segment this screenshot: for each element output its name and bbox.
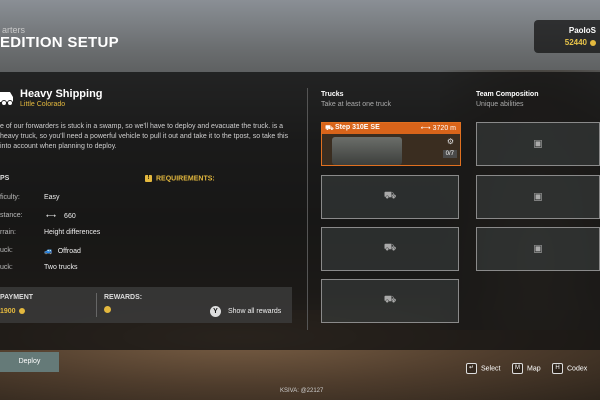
h-key-icon: H xyxy=(552,363,563,374)
show-all-rewards-button[interactable]: Show all rewards xyxy=(228,308,281,315)
truck-name: Step 310E SE xyxy=(335,124,380,131)
reward-coin-icon xyxy=(104,306,111,313)
truck-slot-empty[interactable]: ⛟ xyxy=(321,227,459,271)
payment-amount: 1900 xyxy=(0,308,16,315)
team-subheading: Unique abilities xyxy=(476,101,524,108)
money-value: 52440 xyxy=(564,38,587,47)
distance-arrows-icon: ⟷ xyxy=(46,213,57,220)
panel-divider xyxy=(307,88,308,330)
truck-distance-value: 3720 m xyxy=(432,125,456,132)
add-truck-icon: ⛟ xyxy=(383,242,397,254)
truck-count-label: uck: xyxy=(0,264,13,271)
truck-distance: ⟷ 3720 m xyxy=(421,124,456,132)
payment-label: PAYMENT xyxy=(0,294,34,301)
y-key-icon[interactable]: Y xyxy=(210,306,221,317)
mission-description: e of our forwarders is stuck in a swamp,… xyxy=(0,123,289,150)
difficulty-label: ficulty: xyxy=(0,194,20,201)
terrain-label: rrain: xyxy=(0,229,16,236)
section-label: PS xyxy=(0,175,10,182)
truck-mission-icon xyxy=(0,92,13,106)
version-label: KSIVA: @22127 xyxy=(280,388,324,394)
role-card-icon: ▣ xyxy=(533,243,543,255)
team-slot[interactable]: ▣ xyxy=(476,175,600,219)
truck-type-text: Offroad xyxy=(57,248,81,255)
select-hint[interactable]: ↵ Select xyxy=(466,363,500,374)
player-money: 52440 xyxy=(565,38,596,47)
truck-image xyxy=(332,137,402,165)
distance-label: stance: xyxy=(0,212,23,219)
truck-cargo-count: 0/7 xyxy=(442,150,457,158)
page-title: EDITION SETUP xyxy=(0,34,119,51)
truck-type-label: uck: xyxy=(0,247,13,254)
codex-hint-label: Codex xyxy=(567,365,588,373)
top-bar: arters EDITION SETUP PaoloS 52440 xyxy=(0,0,600,72)
mission-region: Little Colorado xyxy=(20,101,66,108)
offroad-icon: 🚙 xyxy=(44,248,53,255)
warning-icon: ! xyxy=(145,175,152,182)
difficulty-value: Easy xyxy=(44,194,60,201)
enter-key-icon: ↵ xyxy=(466,363,477,374)
distance-value: ⟷ 660 xyxy=(46,212,76,220)
distance-arrows-icon: ⟷ xyxy=(420,125,431,132)
m-key-icon: M xyxy=(512,363,523,374)
trucks-subheading: Take at least one truck xyxy=(321,101,392,108)
deploy-button[interactable]: Deploy xyxy=(0,352,59,372)
rewards-bar: PAYMENT 1900 REWARDS: Y Show all rewards xyxy=(0,287,292,323)
role-card-icon: ▣ xyxy=(533,191,543,203)
codex-hint[interactable]: H Codex xyxy=(552,363,587,374)
rewards-label: REWARDS: xyxy=(104,294,143,301)
truck-icon: ⛟ xyxy=(325,125,334,132)
distance-number: 660 xyxy=(64,213,76,220)
divider xyxy=(96,293,97,317)
map-hint-label: Map xyxy=(527,365,541,373)
team-heading: Team Composition xyxy=(476,91,539,98)
role-card-icon: ▣ xyxy=(533,138,543,150)
team-slot[interactable]: ▣ xyxy=(476,122,600,166)
player-name: PaoloS xyxy=(568,26,596,35)
truck-slot-empty[interactable]: ⛟ xyxy=(321,175,459,219)
select-hint-label: Select xyxy=(481,365,501,373)
terrain-value: Height differences xyxy=(44,229,101,236)
truck-slot-selected[interactable]: ⛟ Step 310E SE ⟷ 3720 m ⚙ 0/7 xyxy=(321,122,461,166)
add-truck-icon: ⛟ xyxy=(383,190,397,202)
truck-type-value: 🚙 Offroad xyxy=(44,247,81,255)
truck-count-value: Two trucks xyxy=(44,264,78,271)
map-hint[interactable]: M Map xyxy=(512,363,541,374)
player-card: PaoloS 52440 xyxy=(534,20,600,53)
coin-icon xyxy=(590,39,596,46)
mission-title: Heavy Shipping xyxy=(20,88,103,100)
winch-icon: ⚙ xyxy=(446,137,454,146)
coin-icon xyxy=(18,308,25,315)
payment-value: 1900 xyxy=(0,308,25,315)
add-truck-icon: ⛟ xyxy=(383,294,397,306)
requirements-text: REQUIREMENTS: xyxy=(156,175,215,183)
requirements-label: ! REQUIREMENTS: xyxy=(145,175,215,182)
truck-slot-empty[interactable]: ⛟ xyxy=(321,279,459,323)
trucks-heading: Trucks xyxy=(321,91,344,98)
team-slot[interactable]: ▣ xyxy=(476,227,600,271)
